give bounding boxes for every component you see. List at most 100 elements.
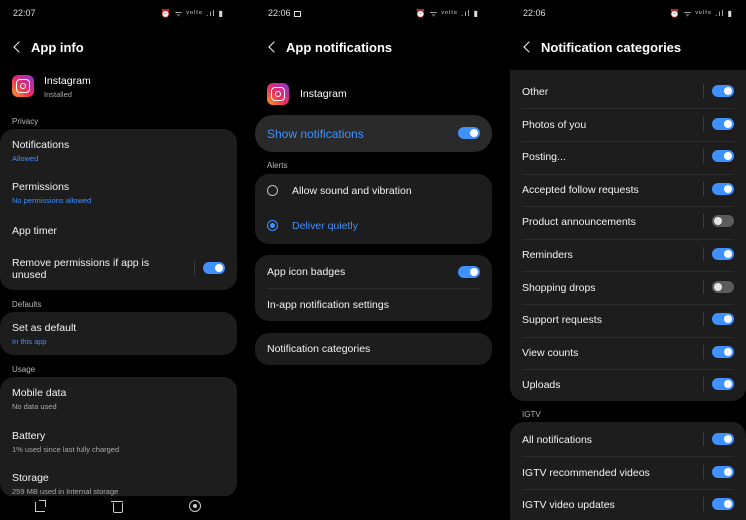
back-arrow-icon[interactable]: [11, 40, 25, 54]
toggle-separator: [703, 464, 704, 479]
toggle-separator: [703, 149, 704, 164]
app-info-header: App info: [0, 38, 237, 60]
category-toggle[interactable]: [712, 465, 734, 478]
category-toggle[interactable]: [712, 313, 734, 326]
app-state: Installed: [44, 90, 72, 99]
toggle-separator: [703, 432, 704, 446]
notification-categories-label: Notification categories: [267, 343, 371, 355]
category-toggle[interactable]: [712, 215, 734, 228]
uninstall-icon[interactable]: [111, 500, 123, 513]
instagram-logo-icon: [12, 75, 34, 97]
usage-card: Mobile data No data used Battery 1% used…: [0, 377, 237, 497]
status-bar: 22:07 ⏰ ᯤ ᵛᵒˡᵗᵉ .ıl ▮: [0, 0, 237, 26]
deliver-quietly-label[interactable]: Deliver quietly: [292, 220, 358, 232]
divider: [522, 369, 734, 371]
toggle-separator: [703, 497, 704, 512]
row-label: Battery: [12, 430, 46, 442]
remove-permissions-toggle[interactable]: [203, 262, 225, 274]
category-toggle[interactable]: [712, 248, 734, 260]
show-notifications-card[interactable]: Show notifications: [255, 115, 492, 152]
app-timer-row[interactable]: App timer: [12, 225, 227, 237]
badges-card: App icon badges In-app notification sett…: [255, 255, 492, 321]
divider: [522, 336, 734, 338]
show-notifications-label: Show notifications: [267, 127, 364, 141]
category-toggle[interactable]: [712, 280, 734, 293]
back-arrow-icon[interactable]: [266, 40, 280, 54]
status-time: 22:06: [523, 8, 546, 18]
page-title: App info: [31, 40, 84, 55]
category-toggle[interactable]: [712, 378, 734, 391]
row-label: Notifications: [12, 139, 70, 151]
categories-card: Other Photos of you Posting... Accepted fol…: [510, 70, 746, 401]
category-toggle[interactable]: [712, 498, 734, 511]
notification-categories-header: Notification categories: [510, 38, 746, 60]
allow-sound-label[interactable]: Allow sound and vibration: [292, 185, 412, 197]
app-notifications-header: App notifications: [255, 38, 492, 60]
app-name: Instagram: [300, 88, 347, 100]
deliver-quietly-radio[interactable]: [267, 220, 278, 231]
gallery-notification-icon: [293, 11, 301, 17]
category-toggle[interactable]: [712, 85, 734, 97]
toggle-separator: [703, 181, 704, 196]
app-info-screen: 22:07 ⏰ ᯤ ᵛᵒˡᵗᵉ .ıl ▮ App info Instagram…: [0, 0, 237, 520]
permissions-row[interactable]: Permissions No permissions allowed: [12, 181, 227, 205]
force-stop-icon[interactable]: [189, 500, 201, 512]
divider: [522, 488, 734, 490]
set-as-default-row[interactable]: Set as default In this app: [12, 322, 227, 346]
privacy-section-label: Privacy: [12, 117, 39, 126]
bottom-action-bar: [0, 496, 237, 520]
back-arrow-icon[interactable]: [521, 40, 535, 54]
divider: [522, 303, 734, 305]
row-sublabel: 259 MB used in Internal storage: [12, 487, 119, 496]
app-notifications-screen: 22:06 ⏰ ᯤ ᵛᵒˡᵗᵉ .ıl ▮ App notifications …: [255, 0, 492, 520]
status-icons: ⏰ ᯤ ᵛᵒˡᵗᵉ .ıl ▮: [415, 9, 479, 18]
toggle-separator: [703, 247, 704, 261]
category-toggle[interactable]: [712, 433, 734, 445]
app-icon-badges-toggle[interactable]: [458, 266, 480, 278]
row-sublabel: No permissions allowed: [12, 196, 92, 205]
open-icon[interactable]: [34, 500, 46, 512]
show-notifications-toggle[interactable]: [458, 127, 480, 139]
status-icons: ⏰ ᯤ ᵛᵒˡᵗᵉ .ıl ▮: [669, 9, 733, 18]
category-toggle[interactable]: [712, 150, 734, 163]
defaults-card: Set as default In this app: [0, 312, 237, 355]
row-label: Permissions: [12, 181, 70, 193]
divider: [522, 140, 734, 142]
remove-permissions-row[interactable]: Remove permissions if app is unused: [12, 257, 177, 281]
app-icon-badges-label[interactable]: App icon badges: [267, 266, 345, 278]
category-toggle[interactable]: [712, 182, 734, 195]
divider: [522, 206, 734, 208]
row-label: Set as default: [12, 322, 77, 334]
battery-row[interactable]: Battery 1% used since last fully charged: [12, 430, 227, 454]
status-bar: 22:06 ⏰ ᯤ ᵛᵒˡᵗᵉ .ıl ▮: [510, 0, 746, 26]
instagram-logo-icon: [267, 83, 289, 105]
toggle-separator: [194, 261, 195, 275]
allow-sound-radio[interactable]: [267, 185, 278, 196]
toggle-separator: [703, 344, 704, 359]
divider: [522, 238, 734, 240]
notifications-row[interactable]: Notifications Allowed: [12, 139, 227, 163]
igtv-section-label: IGTV: [522, 410, 541, 419]
status-icons: ⏰ ᯤ ᵛᵒˡᵗᵉ .ıl ▮: [160, 9, 224, 18]
usage-section-label: Usage: [12, 365, 36, 374]
toggle-separator: [703, 377, 704, 392]
row-label: Remove permissions if app is unused: [12, 257, 150, 281]
defaults-section-label: Defaults: [12, 300, 42, 309]
divider: [522, 456, 734, 458]
storage-row[interactable]: Storage 259 MB used in Internal storage: [12, 472, 227, 496]
status-time: 22:07: [13, 8, 36, 18]
toggle-separator: [703, 214, 704, 229]
toggle-separator: [703, 312, 704, 327]
status-time: 22:06: [268, 8, 301, 18]
igtv-card: All notifications IGTV recommended videos…: [510, 422, 746, 520]
row-sublabel: Allowed: [12, 154, 39, 163]
mobile-data-row[interactable]: Mobile data No data used: [12, 387, 227, 411]
in-app-settings-label[interactable]: In-app notification settings: [267, 299, 389, 311]
divider: [267, 288, 480, 289]
category-toggle[interactable]: [712, 345, 734, 358]
notification-categories-card[interactable]: Notification categories: [255, 333, 492, 365]
row-label: Storage: [12, 472, 49, 484]
category-toggle[interactable]: [712, 117, 734, 130]
toggle-separator: [703, 116, 704, 131]
toggle-separator: [703, 279, 704, 294]
